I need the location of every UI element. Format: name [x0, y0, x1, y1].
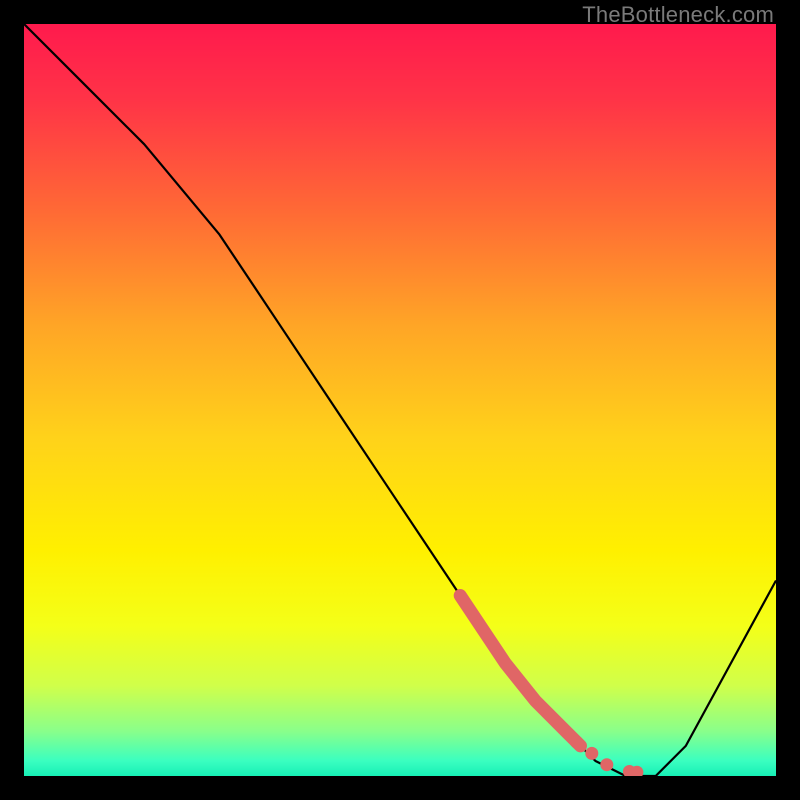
highlight-dot	[585, 747, 598, 760]
watermark-text: TheBottleneck.com	[582, 2, 774, 28]
highlight-dot	[600, 758, 613, 771]
highlight-dot	[570, 736, 583, 749]
chart-svg	[24, 24, 776, 776]
chart-frame	[24, 24, 776, 776]
